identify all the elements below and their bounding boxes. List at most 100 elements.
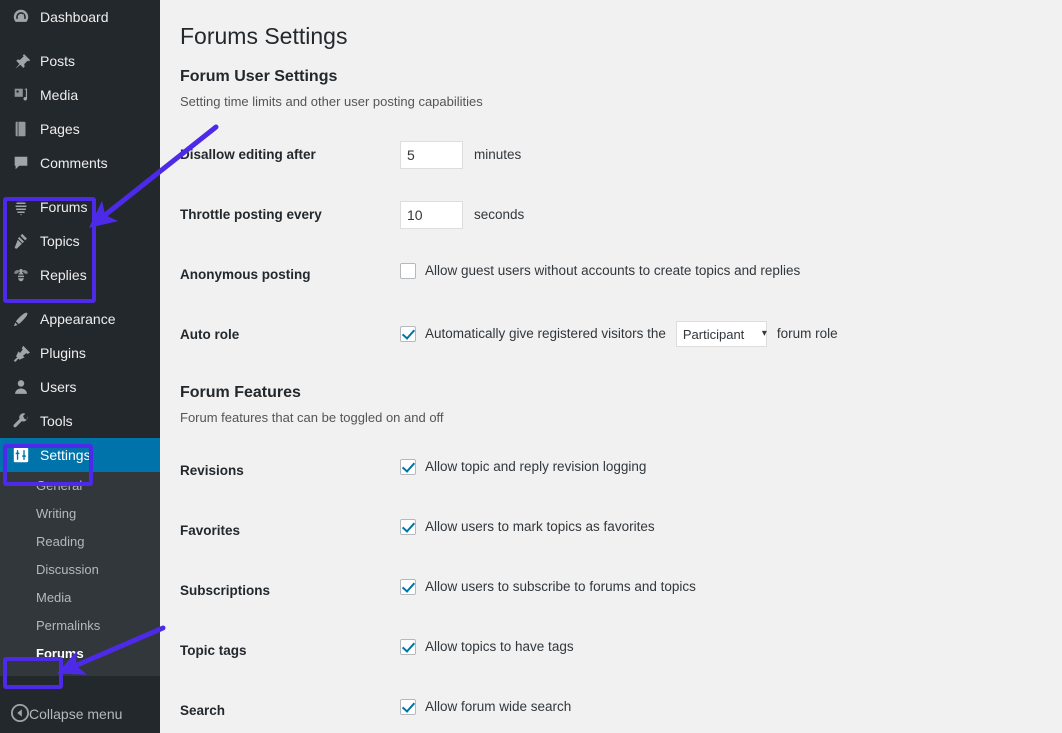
sidebar-item-plugins[interactable]: Plugins — [0, 336, 160, 370]
section-title: Forum Features — [180, 384, 301, 401]
checkbox-line: Allow topics to have tags — [400, 637, 1052, 657]
collapse-menu-button[interactable]: Collapse menu — [0, 695, 160, 733]
settings-row: Search Allow forum wide search — [180, 681, 1062, 733]
sidebar-item-comments[interactable]: Comments — [0, 146, 160, 180]
sidebar-item-posts[interactable]: Posts — [0, 44, 160, 78]
submenu-item-reading[interactable]: Reading — [0, 528, 160, 556]
section-description: Forum features that can be toggled on an… — [180, 410, 444, 425]
checkbox-select-line: Automatically give registered visitors t… — [400, 321, 1052, 347]
menu-separator — [0, 34, 160, 44]
tools-wrench-icon — [11, 411, 31, 431]
setting-label: Disallow editing after — [180, 147, 316, 162]
sidebar-item-label: Plugins — [40, 345, 86, 361]
sidebar-item-label: Dashboard — [40, 9, 109, 25]
sidebar-item-label: Comments — [40, 155, 108, 171]
checkbox-label[interactable]: Allow topics to have tags — [425, 637, 574, 657]
checkbox-line: Allow topic and reply revision logging — [400, 457, 1052, 477]
forum-role-select[interactable]: ParticipantModeratorKeymasterSpectatorBl… — [675, 321, 767, 347]
settings-row: Favorites Allow users to mark topics as f… — [180, 501, 1062, 561]
topics-gavel-icon — [11, 231, 31, 251]
number-input[interactable] — [400, 141, 463, 169]
settings-row: Anonymous posting Allow guest users witho… — [180, 245, 1062, 305]
setting-label: Revisions — [180, 463, 244, 478]
setting-label: Auto role — [180, 327, 240, 342]
setting-control: Allow users to subscribe to forums and t… — [400, 561, 1062, 621]
sidebar-item-appearance[interactable]: Appearance — [0, 302, 160, 336]
sidebar-item-dashboard[interactable]: Dashboard — [0, 0, 160, 34]
setting-label: Throttle posting every — [180, 207, 322, 222]
settings-row: Topic tags Allow topics to have tags — [180, 621, 1062, 681]
sidebar-item-settings[interactable]: Settings — [0, 438, 160, 472]
comments-icon — [11, 153, 31, 173]
sidebar-item-replies[interactable]: Replies — [0, 258, 160, 292]
checkbox[interactable] — [400, 263, 416, 279]
submenu-item-media[interactable]: Media — [0, 584, 160, 612]
dashboard-icon — [11, 7, 31, 27]
collapse-menu-label: Collapse menu — [29, 706, 123, 722]
submenu-item-forums[interactable]: Forums — [0, 640, 160, 668]
sidebar-item-label: Appearance — [40, 311, 116, 327]
sidebar-item-topics[interactable]: Topics — [0, 224, 160, 258]
plugins-plug-icon — [11, 343, 31, 363]
setting-control: minutes — [400, 125, 1062, 185]
checkbox[interactable] — [400, 639, 416, 655]
checkbox-label[interactable]: Allow users to mark topics as favorites — [425, 517, 655, 537]
checkbox-label[interactable]: Allow guest users without accounts to cr… — [425, 261, 800, 281]
sidebar-item-label: Replies — [40, 267, 87, 283]
settings-submenu: General Writing Reading Discussion Media Perm… — [0, 472, 160, 676]
setting-control: Allow topic and reply revision logging — [400, 441, 1062, 501]
sidebar-item-forums[interactable]: Forums — [0, 190, 160, 224]
sidebar-item-label: Users — [40, 379, 77, 395]
media-icon — [11, 85, 31, 105]
sidebar-item-media[interactable]: Media — [0, 78, 160, 112]
setting-label: Search — [180, 703, 226, 718]
checkbox[interactable] — [400, 459, 416, 475]
setting-label: Topic tags — [180, 643, 247, 658]
pages-icon — [11, 119, 31, 139]
setting-control: Allow guest users without accounts to cr… — [400, 245, 1062, 305]
checkbox-label-before[interactable]: Automatically give registered visitors t… — [425, 324, 666, 344]
checkbox[interactable] — [400, 699, 416, 715]
unit-label: seconds — [474, 206, 525, 222]
users-icon — [11, 377, 31, 397]
sidebar-item-users[interactable]: Users — [0, 370, 160, 404]
sidebar-item-label: Topics — [40, 233, 80, 249]
submenu-item-permalinks[interactable]: Permalinks — [0, 612, 160, 640]
admin-sidebar: Dashboard Posts Media Pages Comments Forums To… — [0, 0, 160, 733]
page-title: Forums Settings — [180, 23, 348, 49]
checkbox[interactable] — [400, 579, 416, 595]
main-content: Forums Settings Forum User Settings Setti… — [160, 0, 1062, 733]
sidebar-item-tools[interactable]: Tools — [0, 404, 160, 438]
submenu-item-general[interactable]: General — [0, 472, 160, 500]
collapse-arrow-icon — [11, 703, 29, 725]
menu-separator — [0, 292, 160, 302]
checkbox-label[interactable]: Allow topic and reply revision logging — [425, 457, 646, 477]
appearance-brush-icon — [11, 309, 31, 329]
setting-control: Allow topics to have tags — [400, 621, 1062, 681]
pin-icon — [11, 51, 31, 71]
checkbox-label[interactable]: Allow forum wide search — [425, 697, 571, 717]
menu-separator — [0, 180, 160, 190]
replies-bee-icon — [11, 265, 31, 285]
setting-label: Favorites — [180, 523, 241, 538]
section-description: Setting time limits and other user posti… — [180, 94, 483, 109]
submenu-item-writing[interactable]: Writing — [0, 500, 160, 528]
settings-row: Subscriptions Allow users to subscribe to… — [180, 561, 1062, 621]
sidebar-item-label: Tools — [40, 413, 73, 429]
settings-row: Revisions Allow topic and reply revision … — [180, 441, 1062, 501]
setting-label: Anonymous posting — [180, 267, 311, 282]
number-input[interactable] — [400, 201, 463, 229]
setting-label: Subscriptions — [180, 583, 271, 598]
settings-form-table: Revisions Allow topic and reply revision … — [180, 441, 1062, 733]
section-title: Forum User Settings — [180, 68, 338, 85]
sidebar-item-pages[interactable]: Pages — [0, 112, 160, 146]
sidebar-item-label: Settings — [40, 447, 91, 463]
checkbox-label[interactable]: Allow users to subscribe to forums and t… — [425, 577, 696, 597]
submenu-item-discussion[interactable]: Discussion — [0, 556, 160, 584]
checkbox-line: Allow users to mark topics as favorites — [400, 517, 1052, 537]
settings-sliders-icon — [11, 445, 31, 465]
setting-control: Allow users to mark topics as favorites — [400, 501, 1062, 561]
checkbox[interactable] — [400, 326, 416, 342]
forum-role-select-wrapper: ParticipantModeratorKeymasterSpectatorBl… — [670, 321, 773, 347]
checkbox[interactable] — [400, 519, 416, 535]
